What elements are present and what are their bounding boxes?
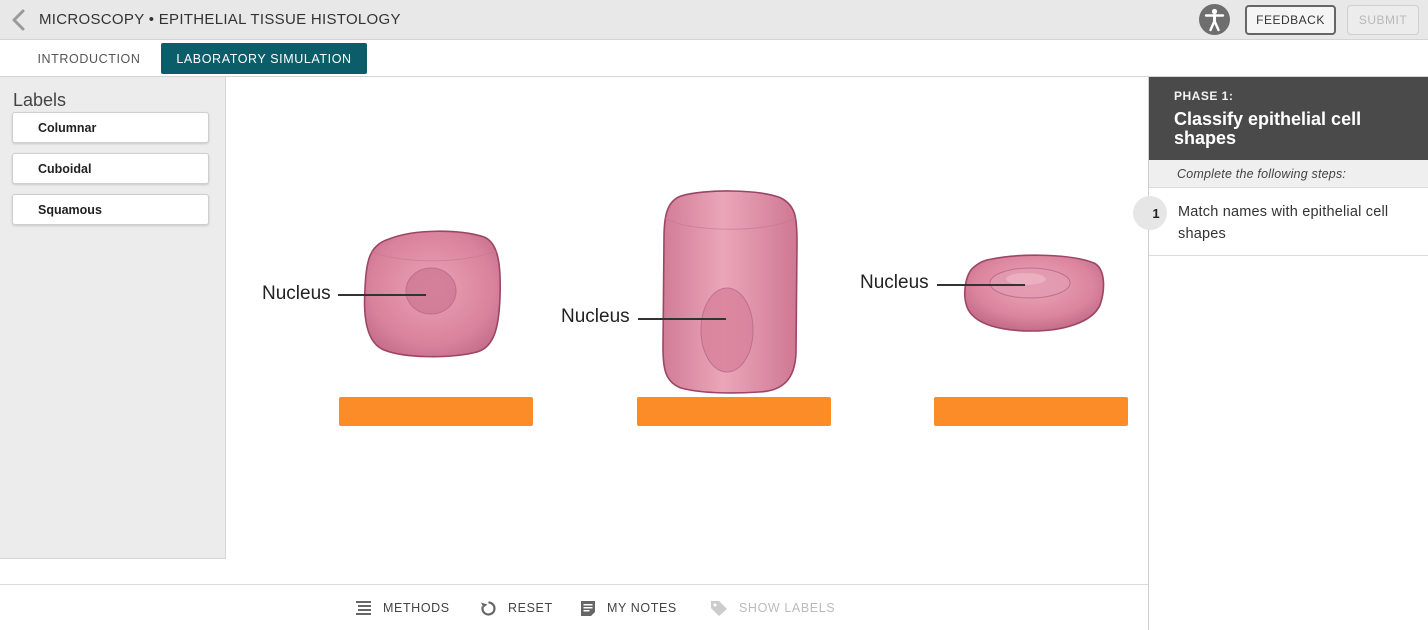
phase-title: Classify epithelial cell shapes: [1174, 109, 1362, 148]
nucleus-label-squamous: Nucleus: [860, 272, 929, 293]
cuboidal-cell-image: [363, 230, 502, 358]
steps-caption: Complete the following steps:: [1149, 160, 1428, 188]
step-number-badge: 1: [1133, 196, 1167, 230]
labels-panel: Labels Columnar Cuboidal Squamous: [0, 77, 226, 559]
back-button[interactable]: [8, 8, 30, 32]
tab-laboratory-simulation[interactable]: LABORATORY SIMULATION: [161, 43, 367, 74]
drop-zone-cuboidal[interactable]: [339, 397, 533, 426]
top-bar: MICROSCOPY • EPITHELIAL TISSUE HISTOLOGY…: [0, 0, 1428, 40]
reset-label: RESET: [508, 601, 553, 615]
tag-icon: [711, 600, 727, 616]
nucleus-leader-line: [937, 284, 1025, 286]
bottom-toolbar: METHODS RESET MY NOTES SHOW LABELS: [0, 584, 1148, 630]
methods-label: METHODS: [383, 601, 450, 615]
nucleus-leader-line: [638, 318, 726, 320]
app-title: MICROSCOPY • EPITHELIAL TISSUE HISTOLOGY: [39, 11, 401, 28]
drop-zone-squamous[interactable]: [934, 397, 1128, 426]
simulation-stage: Nucleus Nucleus Nucleus: [227, 77, 1148, 584]
chevron-left-icon: [12, 9, 25, 31]
label-card-cuboidal[interactable]: Cuboidal: [12, 153, 209, 184]
nucleus-leader-line: [338, 294, 426, 296]
columnar-cell-image: [662, 190, 798, 394]
submit-button[interactable]: SUBMIT: [1347, 5, 1419, 35]
reset-icon: [481, 600, 496, 616]
labels-title: Labels: [13, 90, 67, 110]
nucleus-label-cuboidal: Nucleus: [262, 283, 331, 304]
methods-button[interactable]: METHODS: [355, 599, 450, 617]
squamous-cell-image: [964, 254, 1105, 332]
show-labels-button[interactable]: SHOW LABELS: [710, 599, 835, 617]
tab-introduction[interactable]: INTRODUCTION: [24, 43, 154, 74]
my-notes-button[interactable]: MY NOTES: [580, 599, 677, 617]
my-notes-label: MY NOTES: [607, 601, 677, 615]
accessibility-icon: [1204, 8, 1225, 32]
phase-number: PHASE 1:: [1174, 89, 1234, 103]
step-item[interactable]: 1 Match names with epithelial cell shape…: [1133, 188, 1428, 256]
accessibility-button[interactable]: [1199, 4, 1230, 35]
phase-header: PHASE 1: Classify epithelial cell shapes: [1149, 77, 1428, 160]
label-card-squamous[interactable]: Squamous: [12, 194, 209, 225]
list-icon: [356, 600, 371, 615]
tab-bar: INTRODUCTION LABORATORY SIMULATION: [0, 40, 1428, 77]
step-text: Match names with epithelial cell shapes: [1178, 204, 1389, 242]
feedback-button[interactable]: FEEDBACK: [1245, 5, 1336, 35]
label-card-columnar[interactable]: Columnar: [12, 112, 209, 143]
reset-button[interactable]: RESET: [480, 599, 553, 617]
notes-icon: [581, 600, 595, 616]
instructions-panel: PHASE 1: Classify epithelial cell shapes…: [1133, 77, 1428, 630]
nucleus-label-columnar: Nucleus: [561, 306, 630, 327]
show-labels-label: SHOW LABELS: [739, 601, 836, 615]
drop-zone-columnar[interactable]: [637, 397, 831, 426]
